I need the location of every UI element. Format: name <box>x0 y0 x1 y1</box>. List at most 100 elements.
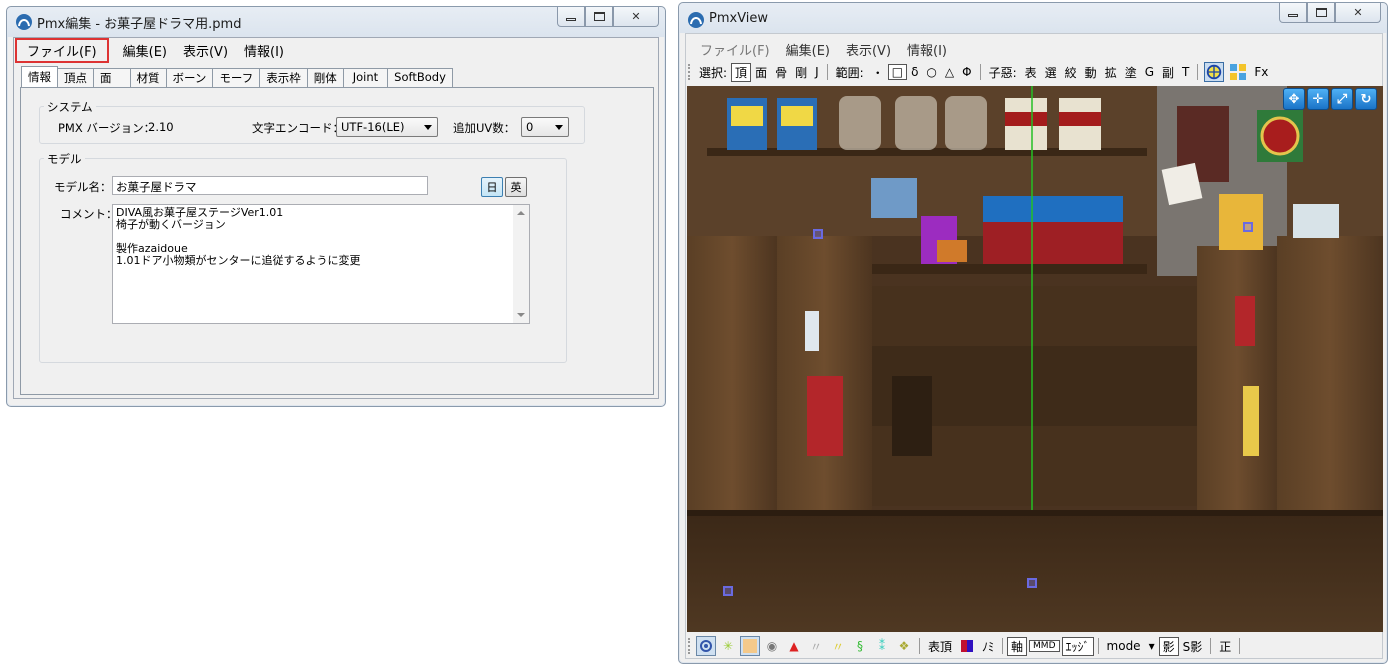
toolbar-separator <box>826 64 828 80</box>
target-icon[interactable] <box>1204 62 1225 82</box>
close-button[interactable]: ✕ <box>1335 3 1381 23</box>
lang-en-button[interactable]: 英 <box>505 177 527 197</box>
select-rigid-button[interactable]: 剛 <box>791 64 811 81</box>
tab-vertex[interactable]: 頂点 <box>57 68 94 87</box>
menu-file[interactable]: ファイル(F) <box>15 38 109 63</box>
red-triangle-icon[interactable]: ▲ <box>784 636 804 656</box>
child-filter-button[interactable]: 絞 <box>1061 64 1081 81</box>
material-color-icon[interactable] <box>957 636 977 656</box>
vertex-display-icon[interactable] <box>696 636 716 656</box>
vertex-handle[interactable] <box>1243 222 1253 232</box>
editor-titlebar[interactable]: Pmx編集 - お菓子屋ドラマ用.pmd ✕ <box>7 7 665 37</box>
maximize-button[interactable] <box>1307 3 1335 23</box>
child-show-button[interactable]: 表 <box>1021 64 1041 81</box>
range-delta-button[interactable]: δ <box>907 65 922 79</box>
comment-line: 椅子が動くバージョン <box>116 218 226 231</box>
uv-count-select[interactable]: 0 <box>521 117 569 137</box>
child-sub-button[interactable]: 副 <box>1158 64 1178 81</box>
child-t-button[interactable]: T <box>1178 65 1193 79</box>
tab-joint[interactable]: Joint <box>342 68 389 87</box>
only-button[interactable]: ﾉﾐ <box>978 638 998 655</box>
tab-display-frame[interactable]: 表示枠 <box>259 68 308 87</box>
vertex-handle[interactable] <box>723 586 733 596</box>
child-scale-button[interactable]: 拡 <box>1101 64 1121 81</box>
menu-info[interactable]: 情報(I) <box>236 38 292 63</box>
uv-count-label: 追加UV数： <box>453 121 516 135</box>
editor-tabs: 情報 頂点 面 材質 ボーン モーフ 表示枠 剛体 Joint SoftBody <box>21 66 453 87</box>
info-panel: システム PMX バージョン： 2.10 文字エンコード： UTF-16(LE)… <box>20 87 654 395</box>
menu-view[interactable]: 表示(V) <box>175 38 236 63</box>
encoding-label: 文字エンコード： <box>252 121 344 135</box>
viewer-menu-edit[interactable]: 編集(E) <box>778 37 838 62</box>
shadow-button[interactable]: 影 <box>1158 636 1179 656</box>
tab-morph[interactable]: モーフ <box>212 68 261 87</box>
system-group: システム PMX バージョン： 2.10 文字エンコード： UTF-16(LE)… <box>39 99 585 144</box>
menu-edit[interactable]: 編集(E) <box>115 38 175 63</box>
rotate-view-icon[interactable]: ↻ <box>1355 88 1377 110</box>
range-triangle-button[interactable]: △ <box>941 65 958 79</box>
surface-vertex-button[interactable]: 表頂 <box>924 638 956 655</box>
move-view-icon[interactable]: ✥ <box>1283 88 1305 110</box>
select-joint-button[interactable]: J <box>811 65 823 79</box>
viewer-titlebar[interactable]: PmxView ✕ <box>679 3 1387 33</box>
range-rect-button[interactable]: □ <box>887 64 908 80</box>
child-move-button[interactable]: 動 <box>1081 64 1101 81</box>
viewer-menu-info[interactable]: 情報(I) <box>899 37 955 62</box>
range-phi-button[interactable]: Φ <box>958 65 975 79</box>
minimize-button[interactable] <box>1279 3 1307 23</box>
encoding-select[interactable]: UTF-16(LE) <box>336 117 438 137</box>
grid-icon[interactable] <box>1229 63 1247 81</box>
model-name-label: モデル名： <box>54 180 112 194</box>
texture-icon[interactable] <box>740 636 760 656</box>
child-group-button[interactable]: G <box>1141 65 1158 79</box>
yellow-weight-icon[interactable]: 〃 <box>828 636 848 656</box>
viewer-client: ファイル(F) 編集(E) 表示(V) 情報(I) 選択: 頂 面 骨 剛 J … <box>685 33 1383 659</box>
tab-info[interactable]: 情報 <box>21 66 58 87</box>
vertex-handle[interactable] <box>813 229 823 239</box>
tab-material[interactable]: 材質 <box>129 68 167 87</box>
spark-icon[interactable]: ✳ <box>718 636 738 656</box>
range-point-button[interactable]: ・ <box>868 64 888 81</box>
range-circle-button[interactable]: ○ <box>922 65 940 79</box>
vertex-handle[interactable] <box>1027 578 1037 588</box>
minimize-button[interactable] <box>557 7 585 27</box>
child-paint-button[interactable]: 塗 <box>1121 64 1141 81</box>
edge-button[interactable]: ｴｯｼﾞ <box>1061 636 1094 656</box>
axis-button[interactable]: 軸 <box>1007 636 1028 656</box>
model-group-label: モデル <box>44 151 85 167</box>
editor-menubar: ファイル(F) 編集(E) 表示(V) 情報(I) <box>14 38 292 63</box>
comment-textarea[interactable]: DIVA風お菓子屋ステージVer1.01 椅子が動くバージョン 製作azaido… <box>112 204 530 324</box>
green-bone-icon[interactable]: § <box>850 636 870 656</box>
tab-face[interactable]: 面 <box>93 68 131 87</box>
close-button[interactable]: ✕ <box>613 7 659 27</box>
cyan-bone-icon[interactable]: ⁑ <box>872 636 892 656</box>
select-bone-button[interactable]: 骨 <box>771 64 791 81</box>
tab-rigid-body[interactable]: 剛体 <box>306 68 344 87</box>
model-name-input[interactable]: お菓子屋ドラマ <box>112 176 428 195</box>
select-face-button[interactable]: 面 <box>751 64 771 81</box>
rigid-icon[interactable]: ❖ <box>894 636 914 656</box>
weight-icon[interactable]: 〃 <box>806 636 826 656</box>
app-icon <box>16 14 32 30</box>
lang-jp-button[interactable]: 日 <box>481 177 503 197</box>
tab-bone[interactable]: ボーン <box>165 68 214 87</box>
circle-point-icon[interactable]: ◉ <box>762 636 782 656</box>
fx-button[interactable]: Fx <box>1250 65 1272 79</box>
3d-viewport[interactable]: ✥ ✛ ⤢ ↻ <box>687 86 1383 632</box>
mmd-button[interactable]: MMD <box>1029 640 1060 652</box>
maximize-button[interactable] <box>585 7 613 27</box>
zoom-view-icon[interactable]: ⤢ <box>1331 88 1353 110</box>
select-vertex-button[interactable]: 頂 <box>731 62 752 82</box>
scroll-up-icon[interactable] <box>517 211 525 215</box>
viewer-menu-file[interactable]: ファイル(F) <box>692 37 778 62</box>
viewer-menu-view[interactable]: 表示(V) <box>838 37 899 62</box>
mode-dropdown-arrow[interactable]: ▾ <box>1145 639 1159 653</box>
mode-dropdown[interactable]: mode <box>1103 639 1145 653</box>
self-shadow-button[interactable]: S影 <box>1179 638 1207 655</box>
comment-scrollbar[interactable] <box>513 205 529 323</box>
child-select-button[interactable]: 選 <box>1041 64 1061 81</box>
ortho-button[interactable]: 正 <box>1215 638 1235 655</box>
scroll-down-icon[interactable] <box>517 313 525 317</box>
pan-view-icon[interactable]: ✛ <box>1307 88 1329 110</box>
tab-softbody[interactable]: SoftBody <box>387 68 453 87</box>
